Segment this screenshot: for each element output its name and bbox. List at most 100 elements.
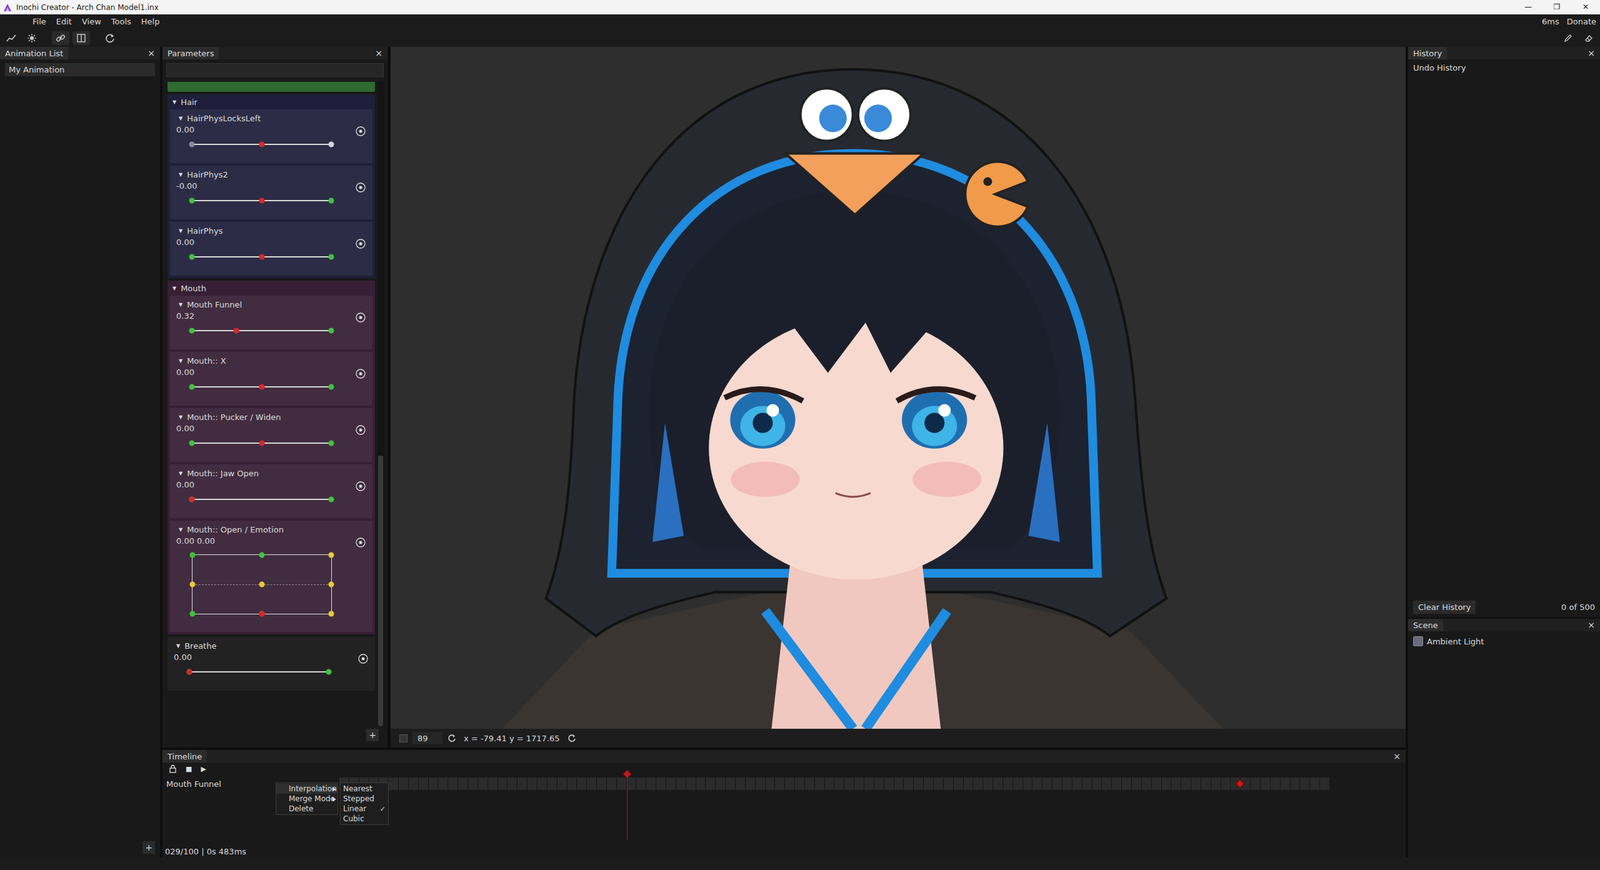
split-view-button[interactable] bbox=[72, 31, 90, 45]
parameter-header[interactable]: ▼Mouth Funnel bbox=[175, 298, 368, 311]
close-button[interactable]: × bbox=[1582, 618, 1600, 632]
add-keyframe-icon[interactable] bbox=[355, 424, 367, 436]
slider-handle[interactable] bbox=[258, 440, 265, 447]
keyframe-point[interactable] bbox=[328, 611, 335, 617]
submenu-item[interactable]: Nearest✓ bbox=[340, 783, 389, 794]
close-button[interactable]: × bbox=[142, 46, 160, 60]
reset-zoom-icon[interactable] bbox=[447, 733, 457, 743]
slider[interactable] bbox=[191, 253, 332, 261]
menu-item[interactable]: Edit bbox=[51, 16, 77, 27]
slider[interactable] bbox=[191, 439, 332, 447]
parameters-tab[interactable]: Parameters bbox=[162, 46, 219, 60]
link-button[interactable] bbox=[51, 31, 70, 45]
keyframe-point[interactable] bbox=[189, 254, 195, 260]
add-keyframe-icon[interactable] bbox=[355, 368, 367, 380]
slider[interactable] bbox=[191, 495, 332, 504]
slider-handle[interactable] bbox=[258, 384, 265, 390]
playhead-marker[interactable] bbox=[623, 770, 632, 779]
menu-item[interactable]: Help bbox=[136, 16, 165, 27]
keyframe-point[interactable] bbox=[189, 384, 195, 390]
parameter-value[interactable]: 0.32 bbox=[176, 310, 355, 322]
window-control[interactable]: ❐ bbox=[1542, 0, 1572, 15]
keyframe-point[interactable] bbox=[328, 384, 335, 390]
slider-handle[interactable] bbox=[233, 328, 240, 334]
add-keyframe-icon[interactable] bbox=[355, 181, 367, 194]
keyframe-point[interactable] bbox=[189, 141, 195, 148]
submenu-item[interactable]: Linear✓ bbox=[340, 803, 389, 814]
submenu-item[interactable]: Stepped✓ bbox=[340, 793, 389, 804]
clear-history-button[interactable]: Clear History bbox=[1413, 600, 1476, 614]
parameter-header[interactable]: ▼HairPhysLocksLeft bbox=[175, 111, 368, 125]
scrollbar[interactable] bbox=[377, 81, 384, 727]
collapse-toggle[interactable]: ▼ bbox=[178, 358, 183, 364]
viewport-checkbox[interactable] bbox=[399, 734, 408, 743]
close-button[interactable]: × bbox=[1388, 750, 1406, 763]
scene-item[interactable]: Ambient Light bbox=[1408, 631, 1600, 652]
keyframe-point[interactable] bbox=[328, 581, 335, 588]
group-header[interactable]: ▼Hair bbox=[170, 94, 373, 110]
add-keyframe-icon[interactable] bbox=[355, 238, 367, 250]
play-button[interactable]: ▶ bbox=[200, 765, 206, 774]
keyframe-point[interactable] bbox=[328, 552, 335, 559]
collapse-toggle[interactable]: ▼ bbox=[178, 470, 183, 477]
keyframe[interactable] bbox=[1235, 779, 1245, 789]
collapse-toggle[interactable]: ▼ bbox=[172, 99, 177, 105]
collapse-toggle[interactable]: ▼ bbox=[178, 171, 183, 178]
slider[interactable] bbox=[191, 383, 332, 391]
keyframe-point[interactable] bbox=[189, 328, 195, 334]
keyframe-point[interactable] bbox=[328, 198, 335, 204]
add-keyframe-icon[interactable] bbox=[355, 480, 367, 492]
context-menu-item[interactable]: Merge Mode▶ bbox=[276, 793, 338, 804]
close-button[interactable]: × bbox=[1582, 46, 1600, 60]
add-keyframe-icon[interactable] bbox=[355, 125, 367, 137]
keyframe-point[interactable] bbox=[328, 440, 335, 447]
add-animation-button[interactable]: + bbox=[142, 841, 155, 854]
scene-checkbox[interactable] bbox=[1413, 636, 1424, 647]
eraser-button[interactable] bbox=[1580, 31, 1598, 45]
slider-handle[interactable] bbox=[258, 198, 265, 204]
collapse-toggle[interactable]: ▼ bbox=[176, 643, 180, 649]
collapse-toggle[interactable]: ▼ bbox=[172, 285, 177, 292]
keyframe-point[interactable] bbox=[328, 141, 335, 148]
slider[interactable] bbox=[191, 140, 332, 149]
collapse-toggle[interactable]: ▼ bbox=[178, 301, 183, 308]
stop-button[interactable]: ■ bbox=[185, 765, 192, 774]
add-parameter-button[interactable]: + bbox=[366, 728, 379, 742]
menu-item[interactable]: Tools bbox=[106, 16, 137, 27]
scene-tab[interactable]: Scene bbox=[1408, 618, 1444, 632]
animation-item[interactable]: My Animation bbox=[5, 63, 155, 77]
zoom-field[interactable]: 89 bbox=[412, 731, 443, 745]
keyframe-point[interactable] bbox=[328, 328, 335, 334]
parameter-header[interactable]: ▼Breathe bbox=[172, 639, 370, 652]
parameter-header[interactable]: ▼HairPhys2 bbox=[175, 168, 368, 181]
parameter-value[interactable]: 0.00 0.00 bbox=[176, 535, 355, 547]
graph-button[interactable] bbox=[2, 31, 20, 45]
menu-right-item[interactable]: Donate bbox=[1563, 16, 1600, 27]
collapse-toggle[interactable]: ▼ bbox=[178, 526, 183, 533]
slider[interactable] bbox=[191, 196, 332, 205]
slider-handle[interactable] bbox=[258, 141, 265, 148]
context-menu-item[interactable]: Delete bbox=[276, 803, 338, 814]
slider[interactable] bbox=[191, 326, 332, 335]
parameter-header[interactable]: ▼Mouth:: X bbox=[175, 354, 368, 367]
parameter-2d-grid[interactable] bbox=[191, 554, 332, 615]
keyframe-point[interactable] bbox=[189, 440, 195, 447]
parameter-header[interactable]: ▼HairPhys bbox=[175, 224, 368, 237]
scrollbar-thumb[interactable] bbox=[378, 455, 384, 727]
menu-item[interactable]: File bbox=[27, 16, 52, 27]
model-canvas[interactable] bbox=[390, 46, 1406, 729]
window-control[interactable]: — bbox=[1513, 0, 1543, 15]
slider-handle[interactable] bbox=[189, 496, 195, 503]
parameter-header[interactable]: ▼Mouth:: Open / Emotion bbox=[175, 523, 368, 536]
collapse-toggle[interactable]: ▼ bbox=[178, 115, 183, 122]
add-keyframe-icon[interactable] bbox=[355, 536, 367, 549]
add-keyframe-icon[interactable] bbox=[355, 311, 367, 324]
keyframe-point[interactable] bbox=[328, 496, 335, 503]
parameter-value[interactable]: 0.00 bbox=[176, 479, 355, 491]
slider-handle[interactable] bbox=[258, 254, 265, 260]
animation-list-tab[interactable]: Animation List bbox=[0, 46, 69, 60]
collapse-toggle[interactable]: ▼ bbox=[178, 228, 183, 234]
add-keyframe-icon[interactable] bbox=[357, 653, 369, 665]
menu-item[interactable]: View bbox=[76, 16, 107, 27]
parameter-value[interactable]: 0.00 bbox=[176, 423, 355, 435]
